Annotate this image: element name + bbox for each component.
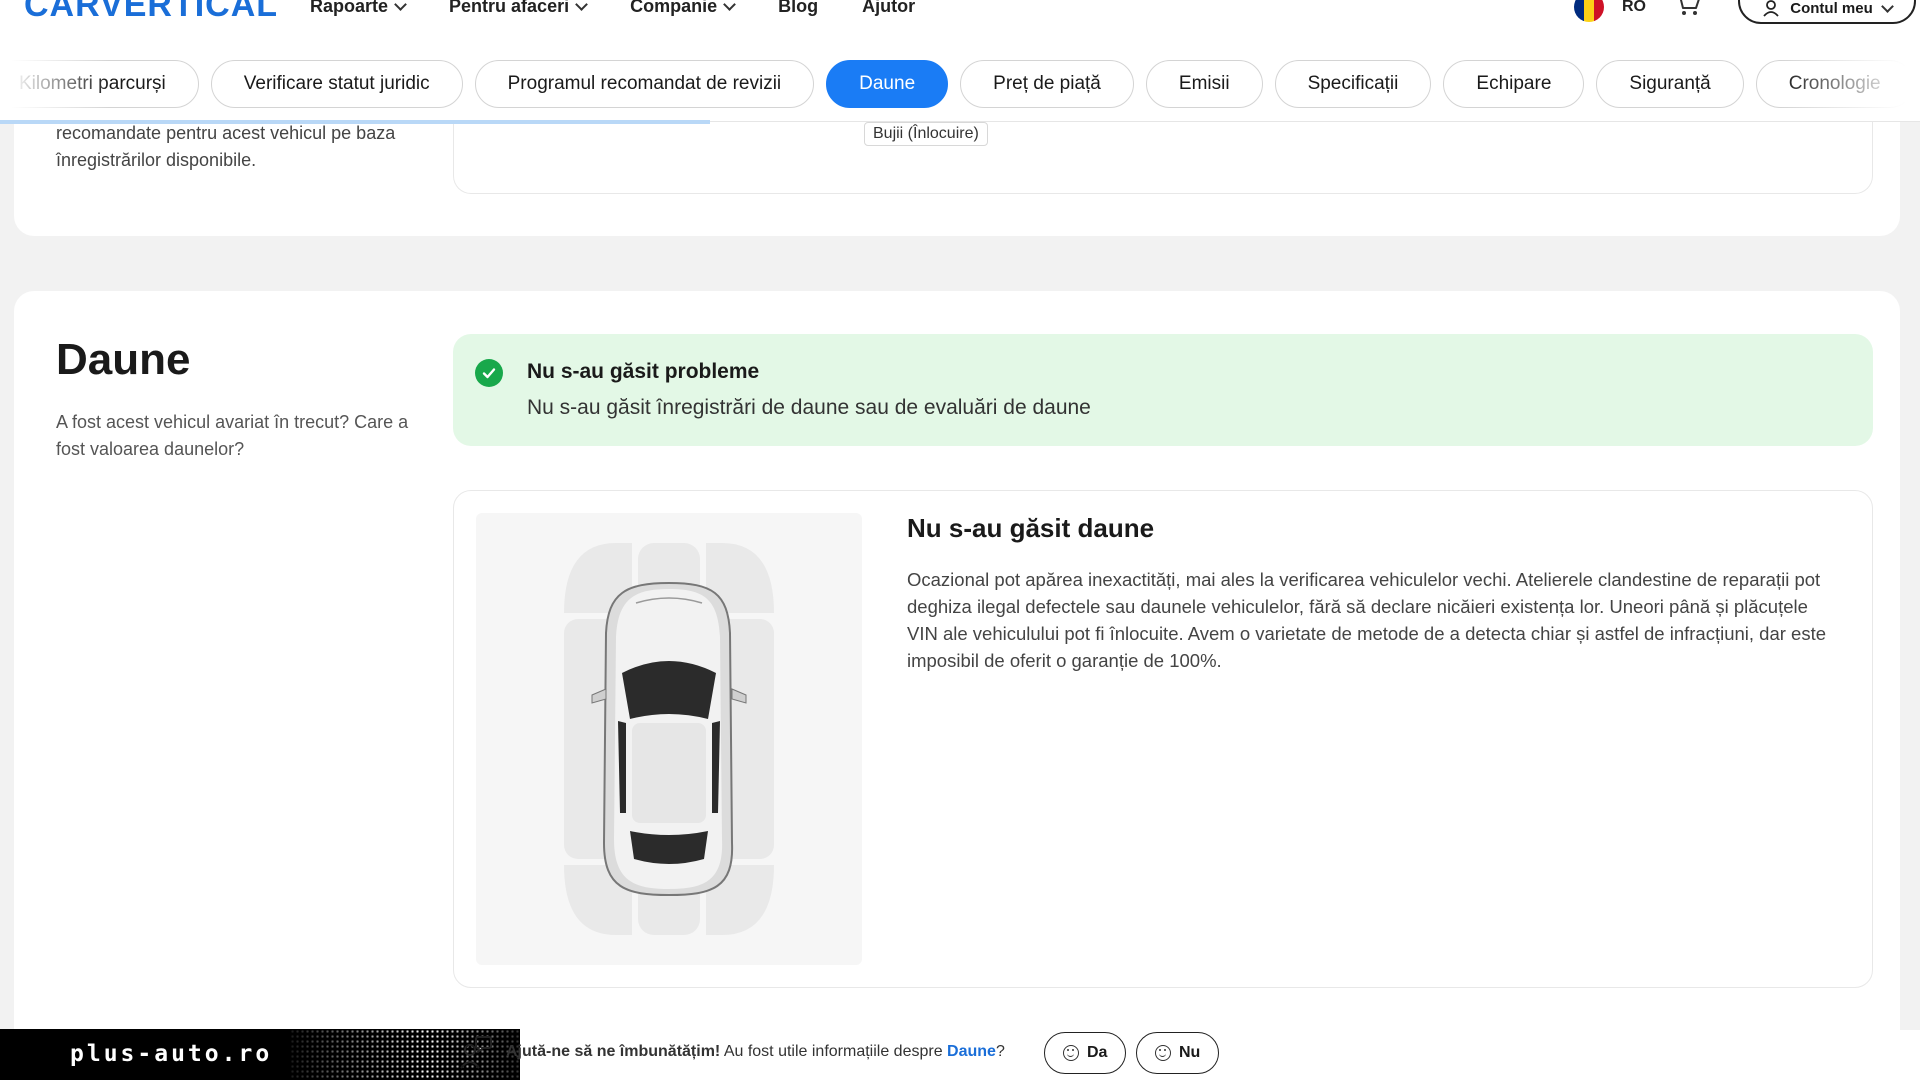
alert-text: Nu s-au găsit înregistrări de daune sau … — [527, 396, 1091, 419]
tab-equipment[interactable]: Echipare — [1443, 60, 1585, 108]
section-tabs-bar: Kilometri parcurși Verificare statut jur… — [0, 46, 1920, 122]
section-description: A fost acest vehicul avariat în trecut? … — [56, 412, 409, 459]
tab-timeline[interactable]: Cronologie — [1755, 60, 1914, 108]
cart-icon[interactable] — [1674, 0, 1702, 16]
tab-specifications[interactable]: Specificații — [1274, 60, 1432, 108]
feedback-question-text: Au fost utile informațiile despre — [723, 1043, 943, 1060]
section-tabs: Kilometri parcurși Verificare statut jur… — [0, 60, 1914, 108]
tab-service-schedule[interactable]: Programul recomandat de revizii — [474, 60, 815, 108]
car-top-view-icon — [564, 543, 774, 935]
language-code: RO — [1622, 0, 1646, 15]
feedback-prompt: Ajută-ne să ne îmbunătățim! — [506, 1043, 721, 1060]
check-circle-icon — [475, 359, 503, 387]
previous-section-description: recomandate pentru acest vehicul pe baza… — [56, 123, 396, 170]
yes-label: Da — [1087, 1044, 1108, 1061]
nav-item-help[interactable]: Ajutor — [862, 0, 915, 17]
user-icon — [1763, 0, 1779, 17]
damage-section: Daune A fost acest vehicul avariat în tr… — [14, 291, 1900, 1051]
tab-safety[interactable]: Siguranță — [1596, 60, 1744, 108]
watermark-bar: plus-auto.ro — [0, 1029, 520, 1080]
nav-item-business[interactable]: Pentru afaceri — [449, 0, 588, 17]
nav-label: Ajutor — [862, 0, 916, 16]
chevron-down-icon — [394, 0, 407, 11]
nav-label: Blog — [778, 0, 819, 16]
chevron-down-icon — [723, 0, 736, 11]
result-text: Ocazional pot apărea inexactități, mai a… — [907, 569, 1827, 671]
feedback-no-button[interactable]: Nu — [1136, 1032, 1220, 1074]
chevron-down-icon — [575, 0, 588, 11]
tab-market-price[interactable]: Preț de piață — [960, 60, 1134, 108]
result-title: Nu s-au găsit daune — [907, 513, 1155, 543]
top-header: CARVERTICAL Rapoarte Pentru afaceri Comp… — [0, 0, 1920, 46]
no-issues-alert: Nu s-au găsit probleme Nu s-au găsit înr… — [453, 334, 1873, 446]
tab-emissions[interactable]: Emisii — [1145, 60, 1263, 108]
chevron-down-icon — [1880, 0, 1894, 13]
logo[interactable]: CARVERTICAL — [24, 0, 278, 25]
smile-icon — [1155, 1045, 1171, 1061]
nav-label: Rapoarte — [310, 0, 389, 16]
watermark-text: plus-auto.ro — [70, 1041, 273, 1067]
alert-title: Nu s-au găsit probleme — [527, 360, 760, 383]
feedback-yes-button[interactable]: Da — [1044, 1032, 1127, 1074]
language-selector[interactable]: RO — [1574, 0, 1646, 22]
smile-icon — [1063, 1045, 1079, 1061]
section-title: Daune — [56, 335, 191, 384]
scroll-progress-fill — [0, 120, 711, 124]
feedback-person-icon — [460, 1036, 492, 1069]
tab-mileage[interactable]: Kilometri parcurși — [0, 60, 199, 108]
tab-damage[interactable]: Daune — [826, 60, 949, 108]
nav-label: Pentru afaceri — [449, 0, 570, 16]
tab-legal-status[interactable]: Verificare statut juridic — [210, 60, 463, 108]
car-diagram — [476, 513, 862, 965]
nav-label: Companie — [630, 0, 718, 16]
feedback-question: Ajută-ne să ne îmbunătățim! Au fost util… — [506, 1043, 1005, 1061]
service-chip: Bujii (Înlocuire) — [864, 122, 988, 146]
nav-item-blog[interactable]: Blog — [778, 0, 818, 17]
account-label: Contul meu — [1790, 0, 1873, 17]
damage-result-box: Nu s-au găsit daune Ocazional pot apărea… — [453, 490, 1873, 988]
no-label: Nu — [1179, 1044, 1201, 1061]
feedback-topic-link[interactable]: Daune — [947, 1043, 996, 1060]
nav-item-reports[interactable]: Rapoarte — [310, 0, 407, 17]
nav-item-company[interactable]: Companie — [630, 0, 736, 17]
main-nav: Rapoarte Pentru afaceri Companie Blog Aj… — [310, 0, 915, 17]
account-button[interactable]: Contul meu — [1738, 0, 1916, 24]
feedback-question-mark: ? — [995, 1043, 1005, 1060]
romania-flag-icon — [1574, 0, 1604, 22]
